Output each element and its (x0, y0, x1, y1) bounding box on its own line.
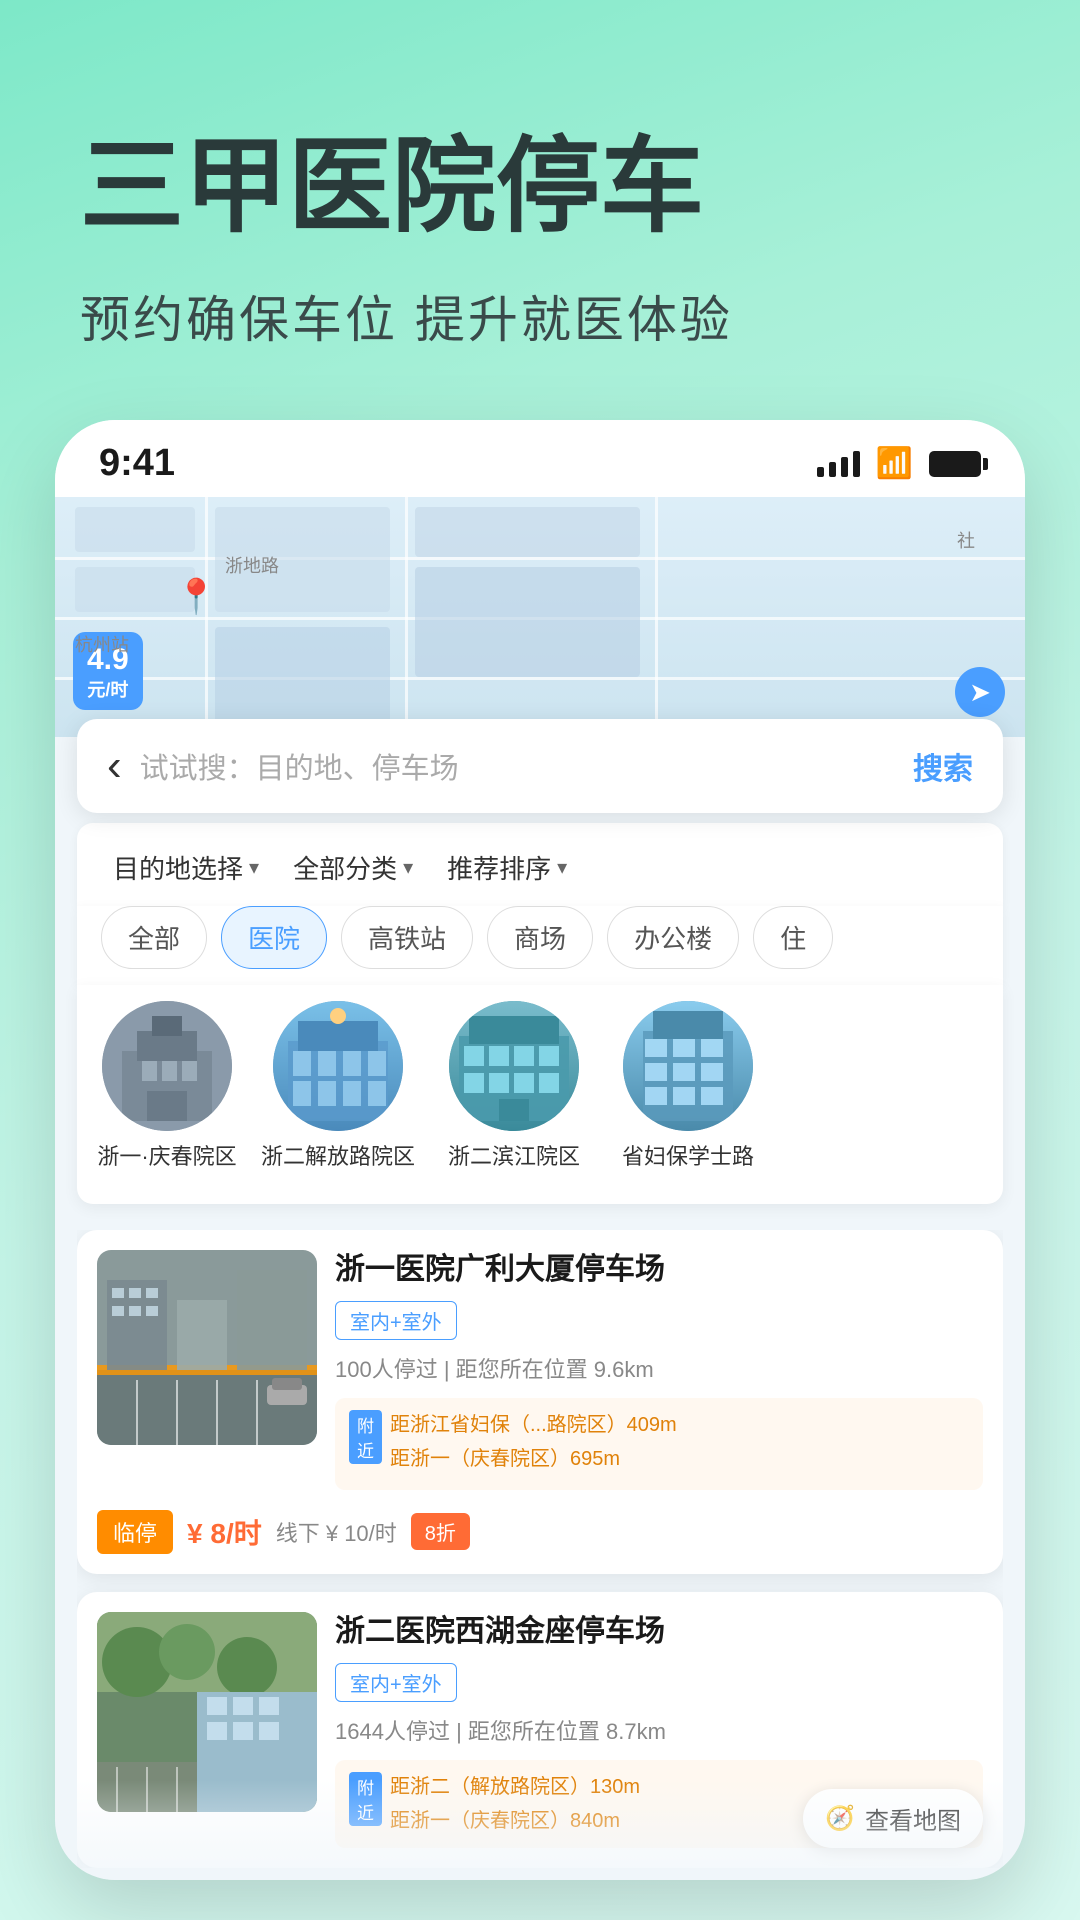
hero-subtitle: 预约确保车位 提升就医体验 (80, 280, 1000, 352)
status-time: 9:41 (99, 442, 175, 485)
parking-name-2: 浙二医院西湖金座停车场 (335, 1612, 983, 1651)
hospital-name-4: 省妇保学士路 (622, 1143, 754, 1172)
hero-area: 三甲医院停车 预约确保车位 提升就医体验 (0, 0, 1080, 402)
parking-image-2 (97, 1612, 317, 1812)
chip-residential[interactable]: 住 (753, 906, 833, 969)
dropdown-destination[interactable]: 目的地选择 ▾ (101, 841, 271, 894)
chip-hospital[interactable]: 医院 (221, 906, 327, 969)
hospital-card-3[interactable]: 浙二滨江院区 (439, 1001, 589, 1172)
nav-icon: ➤ (955, 667, 1005, 717)
discount-badge-1: 8折 (411, 1513, 470, 1550)
chip-train[interactable]: 高铁站 (341, 906, 473, 969)
map-view-label: 查看地图 (865, 1801, 961, 1836)
price-type-badge-1: 临停 (97, 1510, 173, 1554)
price-1: ¥ 8/时 (187, 1512, 262, 1552)
original-price-1: 线下 ¥ 10/时 (276, 1516, 397, 1548)
parking-tag-1: 室内+室外 (335, 1301, 457, 1340)
parking-list: 浙一医院广利大厦停车场 室内+室外 100人停过 | 距您所在位置 9.6km … (77, 1230, 1003, 1868)
hospital-avatar-1 (102, 1001, 232, 1131)
chip-mall[interactable]: 商场 (487, 906, 593, 969)
hero-title: 三甲医院停车 (80, 130, 1000, 244)
signal-icon (817, 451, 860, 477)
filter-dropdowns: 目的地选择 ▾ 全部分类 ▾ 推荐排序 ▾ (77, 823, 1003, 906)
parking-info-1: 浙一医院广利大厦停车场 室内+室外 100人停过 | 距您所在位置 9.6km … (335, 1250, 983, 1490)
phone-frame: 9:41 📶 (55, 420, 1025, 1880)
chip-office[interactable]: 办公楼 (607, 906, 739, 969)
map-view-button[interactable]: 🧭 查看地图 (803, 1789, 983, 1848)
search-button[interactable]: 搜索 (913, 744, 973, 788)
hospital-card-4[interactable]: 省妇保学士路 (613, 1001, 763, 1172)
category-chips: 全部 医院 高铁站 商场 办公楼 住 (77, 906, 1003, 985)
battery-icon (929, 451, 981, 477)
hospital-card-1[interactable]: 浙一·庆春院区 (97, 1001, 237, 1172)
parking-tag-2: 室内+室外 (335, 1663, 457, 1702)
chip-all[interactable]: 全部 (101, 906, 207, 969)
parking-card-1[interactable]: 浙一医院广利大厦停车场 室内+室外 100人停过 | 距您所在位置 9.6km … (77, 1230, 1003, 1574)
search-placeholder-text: 试试搜：目的地、停车场 (140, 745, 895, 787)
hero-section: 三甲医院停车 预约确保车位 提升就医体验 9:41 📶 (0, 0, 1080, 1920)
hospital-avatar-4 (623, 1001, 753, 1131)
hospital-name-3: 浙二滨江院区 (448, 1143, 580, 1172)
map-pin: 📍 (175, 577, 217, 617)
hospital-avatar-3 (449, 1001, 579, 1131)
parking-meta-1: 100人停过 | 距您所在位置 9.6km (335, 1352, 983, 1384)
parking-meta-2: 1644人停过 | 距您所在位置 8.7km (335, 1714, 983, 1746)
status-icons: 📶 (817, 446, 981, 481)
hospital-cards-section: 浙一·庆春院区 (77, 985, 1003, 1204)
dropdown-category[interactable]: 全部分类 ▾ (281, 841, 425, 894)
parking-nearby-1: 附近 距浙江省妇保（...路院区）409m 距浙一（庆春院区）695m (335, 1398, 983, 1490)
parking-price-row-1: 临停 ¥ 8/时 线下 ¥ 10/时 8折 (77, 1510, 1003, 1574)
hospital-name-2: 浙二解放路院区 (261, 1143, 415, 1172)
wifi-icon: 📶 (876, 446, 913, 481)
map-background: 4.9 元/时 📍 ➤ 浙地路 杭州站 社 (55, 497, 1025, 737)
hospital-name-1: 浙一·庆春院区 (97, 1143, 236, 1172)
back-button[interactable]: ‹ (107, 741, 122, 791)
parking-image-1 (97, 1250, 317, 1445)
parking-card-2[interactable]: 浙二医院西湖金座停车场 室内+室外 1644人停过 | 距您所在位置 8.7km… (77, 1592, 1003, 1868)
hospital-avatar-2 (273, 1001, 403, 1131)
map-icon: 🧭 (825, 1804, 855, 1833)
search-bar[interactable]: ‹ 试试搜：目的地、停车场 搜索 (77, 719, 1003, 813)
status-bar: 9:41 📶 (55, 420, 1025, 497)
hospital-card-2[interactable]: 浙二解放路院区 (261, 1001, 415, 1172)
parking-name-1: 浙一医院广利大厦停车场 (335, 1250, 983, 1289)
dropdown-sort[interactable]: 推荐排序 ▾ (435, 841, 579, 894)
